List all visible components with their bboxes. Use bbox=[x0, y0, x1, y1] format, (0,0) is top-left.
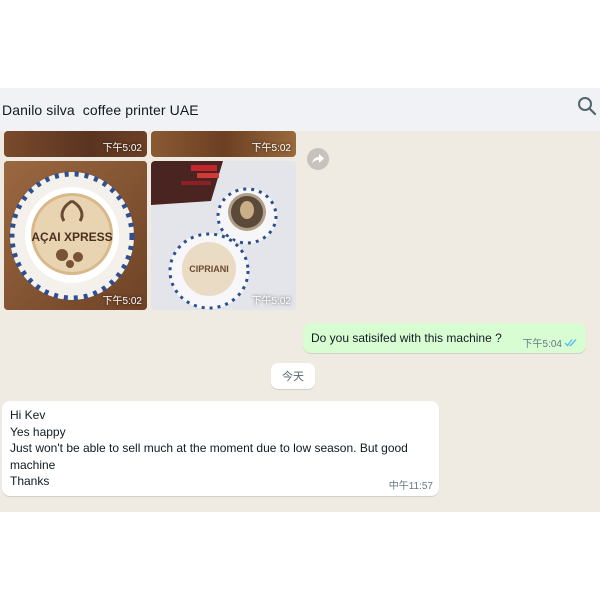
double-check-icon bbox=[564, 339, 577, 347]
photo-top-left[interactable]: 下午5:02 bbox=[4, 131, 147, 157]
photo-timestamp: 下午5:02 bbox=[102, 296, 142, 307]
message-time: 中午11:57 bbox=[388, 481, 433, 492]
photo-latte-cipriani[interactable]: CIPRIANI 下午5:02 bbox=[151, 161, 296, 310]
outgoing-message[interactable]: Do you satisifed with this machine ? 下午5… bbox=[303, 323, 586, 353]
message-text: Hi Kev Yes happy Just won't be able to s… bbox=[10, 407, 435, 490]
message-line: Yes happy bbox=[10, 424, 66, 439]
message-meta: 下午5:04 bbox=[523, 335, 578, 350]
search-icon[interactable] bbox=[577, 96, 597, 116]
day-divider: 今天 bbox=[271, 363, 315, 389]
chat-panel: Danilo silva coffee printer UAE 下午5:02 下… bbox=[0, 88, 600, 512]
message-time: 下午5:04 bbox=[522, 339, 562, 350]
photo-top-right[interactable]: 下午5:02 bbox=[151, 131, 296, 157]
forward-icon[interactable] bbox=[307, 148, 329, 170]
photo-timestamp: 下午5:02 bbox=[102, 143, 142, 154]
latte-text: AÇAI XPRESS bbox=[31, 230, 112, 244]
latte-art-image: AÇAI XPRESS bbox=[4, 161, 147, 310]
photo-latte-acai-xpress[interactable]: AÇAI XPRESS 下午5:02 bbox=[4, 161, 147, 310]
message-line: Just won't be able to sell much at the m… bbox=[10, 441, 408, 472]
photo-timestamp: 下午5:02 bbox=[251, 143, 291, 154]
message-text: Do you satisifed with this machine ? bbox=[311, 331, 502, 345]
latte-text: CIPRIANI bbox=[189, 264, 229, 274]
incoming-message[interactable]: Hi Kev Yes happy Just won't be able to s… bbox=[2, 401, 439, 496]
chat-header[interactable]: Danilo silva coffee printer UAE bbox=[0, 88, 600, 131]
message-line: Hi Kev bbox=[10, 408, 46, 422]
message-line: Thanks bbox=[10, 474, 50, 489]
latte-art-image: CIPRIANI bbox=[151, 161, 296, 310]
photo-timestamp: 下午5:02 bbox=[251, 296, 291, 307]
contact-name[interactable]: Danilo silva coffee printer UAE bbox=[2, 102, 199, 118]
